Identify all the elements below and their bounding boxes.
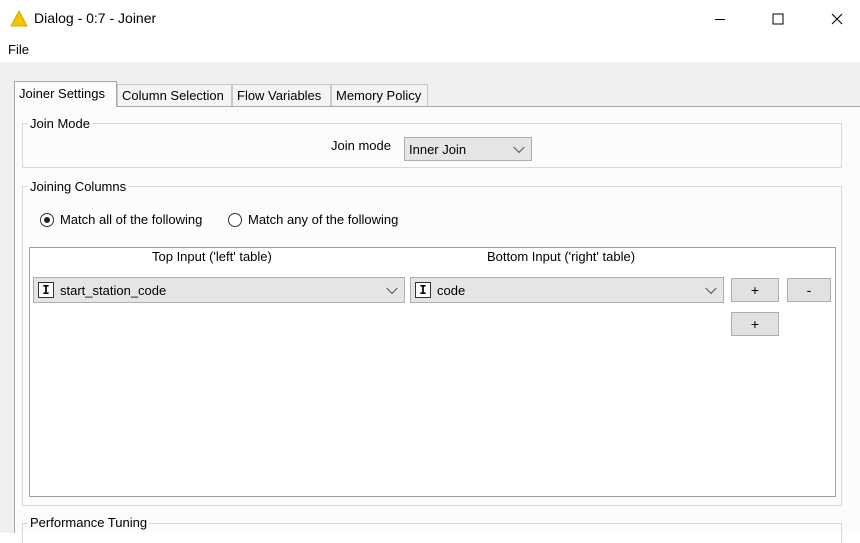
- maximize-button[interactable]: [763, 6, 793, 32]
- minimize-icon: [715, 19, 725, 20]
- join-mode-value: Inner Join: [409, 141, 467, 157]
- performance-tuning-group-title: Performance Tuning: [28, 515, 150, 530]
- radio-match-any-indicator[interactable]: [228, 212, 242, 227]
- join-mode-label: Join mode: [331, 138, 391, 153]
- close-button[interactable]: [822, 6, 852, 32]
- join-mode-group-title: Join Mode: [28, 116, 92, 131]
- remove-row-button[interactable]: -: [787, 278, 831, 302]
- add-row-button[interactable]: +: [731, 278, 779, 302]
- left-column-value: start_station_code: [60, 282, 167, 298]
- joining-columns-group-title: Joining Columns: [28, 179, 129, 194]
- tab-joiner-settings[interactable]: Joiner Settings: [14, 81, 117, 107]
- integer-type-icon: I: [415, 282, 431, 298]
- integer-type-icon: I: [38, 282, 54, 298]
- warning-icon: [10, 10, 28, 27]
- radio-match-any[interactable]: Match any of the following: [228, 212, 398, 227]
- tab-flow-variables[interactable]: Flow Variables: [232, 84, 331, 106]
- tab-memory-policy[interactable]: Memory Policy: [331, 84, 428, 106]
- chevron-down-icon: [513, 141, 525, 154]
- title-bar: Dialog - 0:7 - Joiner: [0, 0, 860, 38]
- add-row-below-button[interactable]: +: [731, 312, 779, 336]
- radio-match-all[interactable]: Match all of the following: [40, 212, 202, 227]
- close-icon: [831, 13, 843, 25]
- top-input-header: Top Input ('left' table): [152, 249, 272, 264]
- radio-match-any-label: Match any of the following: [248, 212, 399, 227]
- minimize-button[interactable]: [705, 6, 735, 32]
- menu-file[interactable]: File: [8, 42, 29, 57]
- menu-bar: File: [0, 38, 860, 62]
- chevron-down-icon: [705, 282, 717, 295]
- radio-match-all-label: Match all of the following: [60, 212, 203, 227]
- right-column-value: code: [437, 282, 466, 298]
- radio-match-all-indicator[interactable]: [40, 212, 54, 227]
- left-column-dropdown[interactable]: I start_station_code: [33, 277, 405, 303]
- maximize-icon: [772, 13, 784, 25]
- tab-column-selection[interactable]: Column Selection: [117, 84, 232, 106]
- right-column-dropdown[interactable]: I code: [410, 277, 724, 303]
- chevron-down-icon: [386, 282, 398, 295]
- join-mode-dropdown[interactable]: Inner Join: [404, 137, 532, 161]
- bottom-input-header: Bottom Input ('right' table): [487, 249, 636, 264]
- window-title: Dialog - 0:7 - Joiner: [34, 10, 157, 26]
